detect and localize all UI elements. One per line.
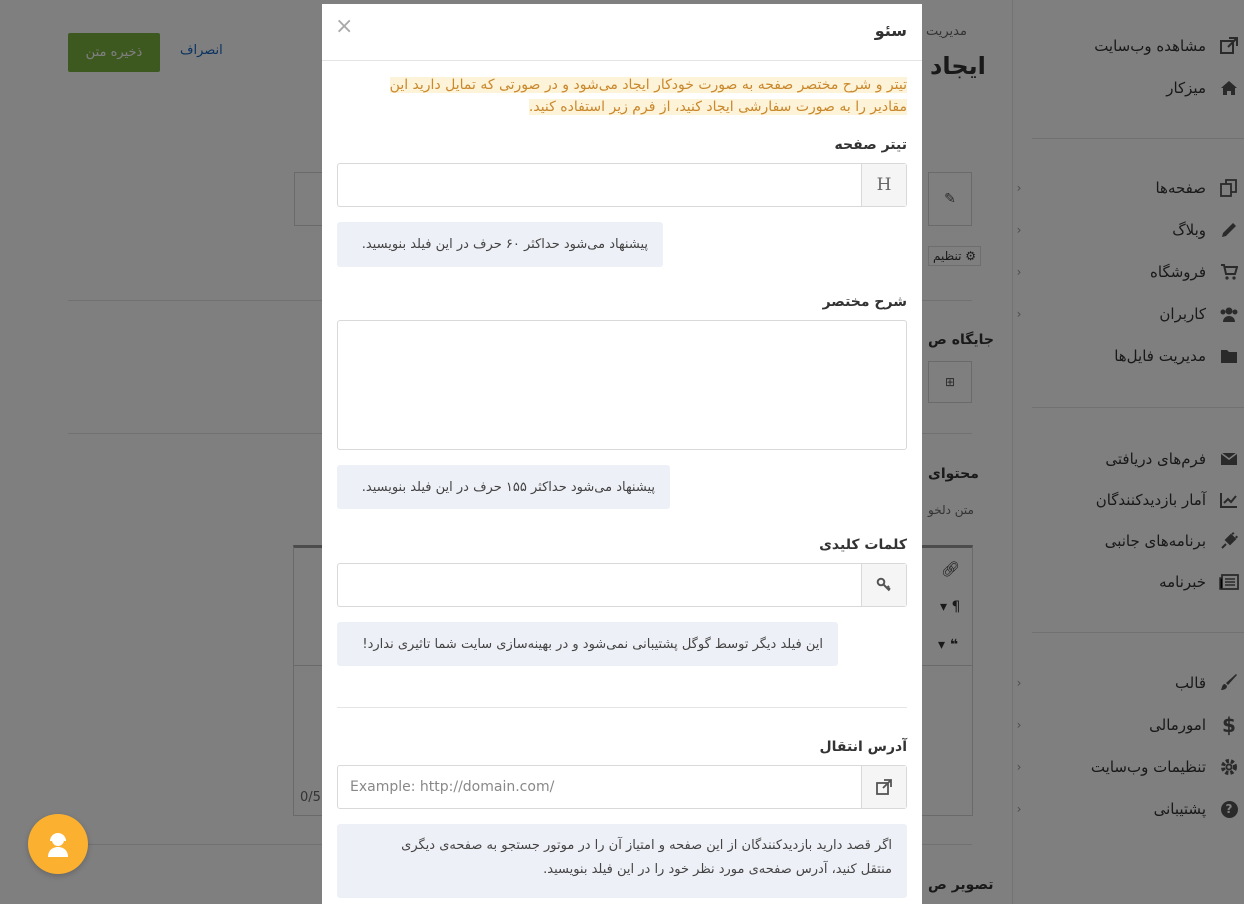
intro-text: تیتر و شرح مختصر صفحه به صورت خودکار ایج…	[367, 74, 907, 118]
page-title-label: تیتر صفحه	[834, 137, 907, 153]
support-chat-button[interactable]	[28, 814, 88, 874]
keywords-input[interactable]	[338, 564, 861, 606]
key-icon	[861, 564, 906, 606]
modal-header: سئو ×	[322, 4, 922, 61]
section-divider	[337, 707, 907, 708]
redirect-hint-line1: اگر قصد دارید بازدیدکنندگان از این صفحه …	[401, 838, 892, 853]
keywords-hint: این فیلد دیگر توسط گوگل پشتیبانی نمی‌شود…	[337, 622, 838, 666]
modal-title: سئو	[874, 21, 907, 40]
description-label: شرح مختصر	[822, 294, 907, 310]
page-title-field: H	[337, 163, 907, 207]
close-icon[interactable]: ×	[335, 14, 353, 39]
redirect-input[interactable]	[338, 766, 861, 808]
description-textarea[interactable]	[337, 320, 907, 450]
intro-highlight: تیتر و شرح مختصر صفحه به صورت خودکار ایج…	[389, 77, 907, 115]
description-hint: پیشنهاد می‌شود حداکثر ۱۵۵ حرف در این فیل…	[337, 465, 670, 509]
redirect-hint: اگر قصد دارید بازدیدکنندگان از این صفحه …	[337, 824, 907, 898]
keywords-field	[337, 563, 907, 607]
page-title-hint: پیشنهاد می‌شود حداکثر ۶۰ حرف در این فیلد…	[337, 222, 663, 267]
redirect-hint-line2: منتقل کنید، آدرس صفحه‌ی مورد نظر خود را …	[543, 862, 892, 877]
seo-modal: سئو × تیتر و شرح مختصر صفحه به صورت خودک…	[322, 4, 922, 904]
redirect-label: آدرس انتقال	[819, 739, 908, 755]
redirect-field	[337, 765, 907, 809]
keywords-label: کلمات کلیدی	[819, 537, 907, 553]
support-agent-icon	[48, 833, 68, 857]
page-title-input[interactable]	[338, 164, 861, 206]
external-link-icon	[861, 766, 906, 808]
heading-icon-glyph: H	[876, 175, 892, 195]
heading-icon: H	[861, 164, 906, 206]
